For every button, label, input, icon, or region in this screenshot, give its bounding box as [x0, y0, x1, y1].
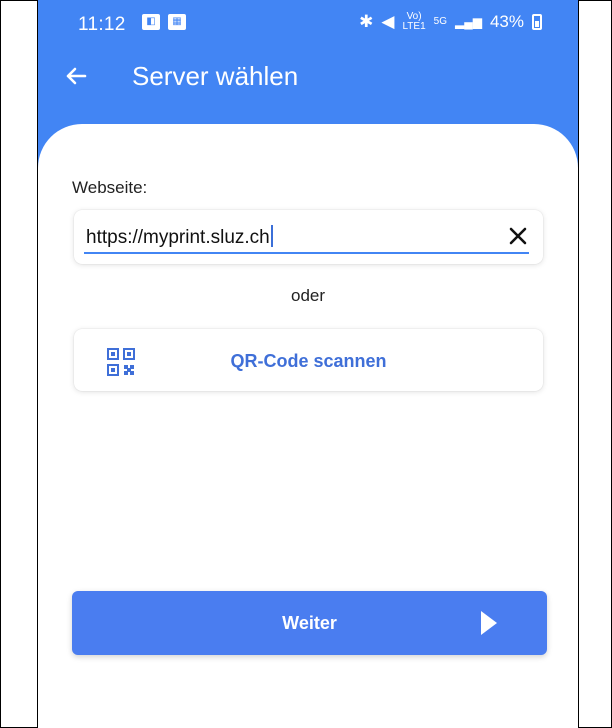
close-icon[interactable]: [505, 223, 531, 249]
5g-indicator: 5G: [433, 16, 447, 27]
input-underline: [84, 252, 529, 254]
website-input[interactable]: https://myprint.sluz.ch: [86, 225, 273, 249]
page-title: Server wählen: [132, 61, 299, 91]
website-label: Webseite:: [72, 178, 148, 197]
mute-icon: ◀: [381, 12, 395, 31]
scan-qr-button[interactable]: QR-Code scannen: [74, 329, 543, 391]
status-time: 11:12: [78, 14, 126, 35]
battery-percent: 43%: [489, 12, 524, 31]
next-button[interactable]: Weiter: [72, 591, 547, 655]
signal-icon: ▂▄▆: [455, 15, 482, 29]
volte-indicator: Vo) LTE1: [402, 11, 426, 32]
text-caret: [270, 225, 273, 247]
website-input-card[interactable]: https://myprint.sluz.ch: [74, 210, 543, 264]
status-notification-icons: ◧ ▦: [142, 14, 186, 30]
battery-icon: [532, 14, 542, 30]
phone-screen: 11:12 ◧ ▦ ✱ ◀ Vo) LTE1 5G ▂▄▆ 43% Server…: [38, 0, 578, 728]
qr-button-label: QR-Code scannen: [230, 351, 387, 371]
play-arrow-icon: [481, 611, 497, 635]
or-separator: oder: [290, 286, 326, 305]
notification-icon: ▦: [168, 14, 186, 30]
frame-divider-right: [578, 0, 579, 728]
next-button-label: Weiter: [282, 613, 337, 633]
notification-icon: ◧: [142, 14, 160, 30]
status-system-icons: ✱ ◀ Vo) LTE1 5G ▂▄▆ 43%: [359, 12, 542, 32]
arrow-left-icon[interactable]: [62, 62, 90, 90]
status-bar: 11:12 ◧ ▦ ✱ ◀ Vo) LTE1 5G ▂▄▆ 43%: [38, 0, 578, 50]
bluetooth-icon: ✱: [359, 12, 374, 31]
